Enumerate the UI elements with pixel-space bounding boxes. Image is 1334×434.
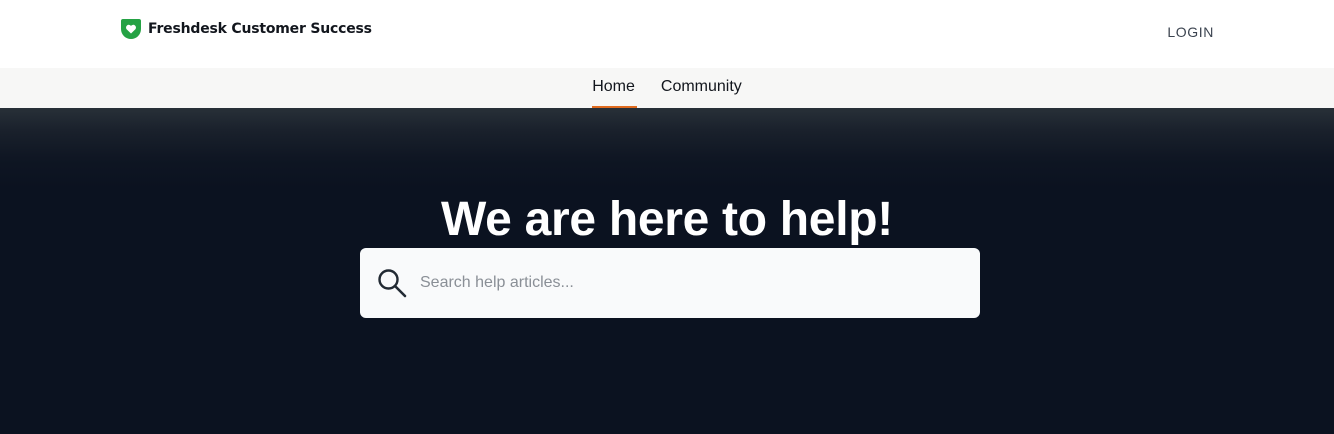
hero-title: We are here to help! xyxy=(441,193,893,246)
brand-name: Freshdesk Customer Success xyxy=(148,21,372,37)
nav-tabs: Home Community xyxy=(0,68,1334,108)
tab-home[interactable]: Home xyxy=(591,68,637,108)
brand-link[interactable]: Freshdesk Customer Success xyxy=(120,17,372,41)
tab-community[interactable]: Community xyxy=(660,68,743,108)
search-box[interactable] xyxy=(360,248,980,318)
login-link[interactable]: LOGIN xyxy=(1167,24,1214,40)
hero-section: We are here to help! xyxy=(0,108,1334,434)
search-input[interactable] xyxy=(420,263,980,303)
main-nav: Home Community xyxy=(0,68,1334,108)
site-header: Freshdesk Customer Success LOGIN xyxy=(0,0,1334,68)
freshdesk-logo-icon xyxy=(121,19,141,39)
search-icon xyxy=(378,269,407,298)
